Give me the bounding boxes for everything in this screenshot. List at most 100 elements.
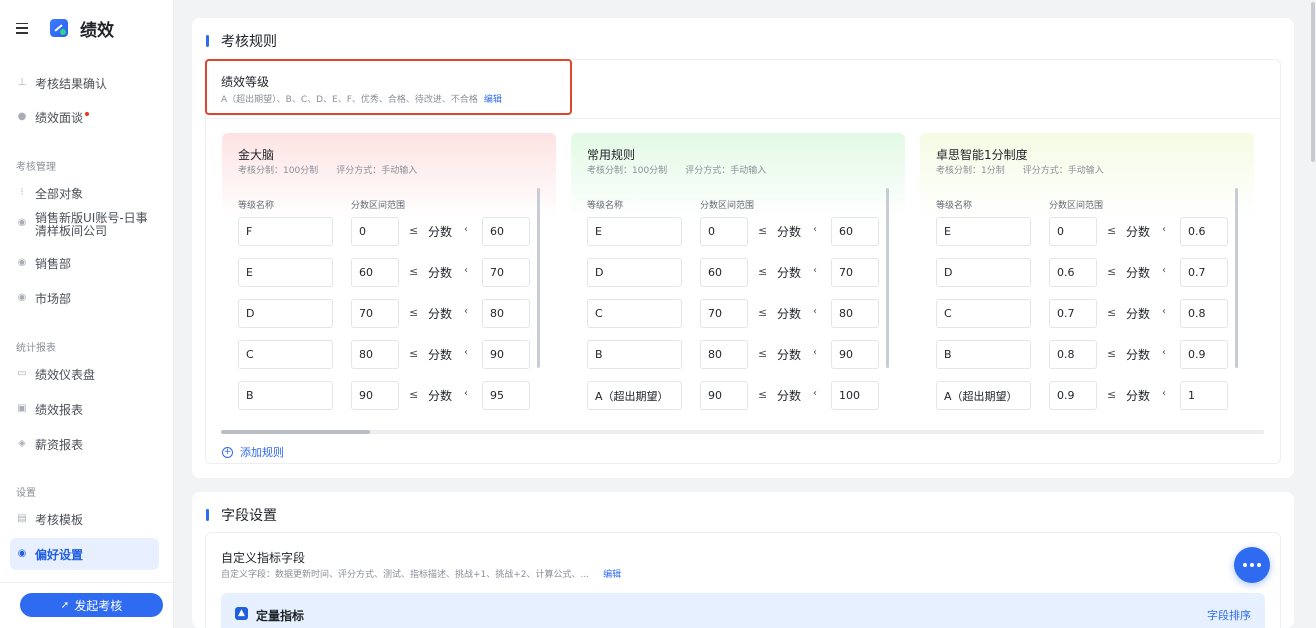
page-scrollbar[interactable]: [1311, 2, 1315, 162]
shield-icon: ◉: [17, 257, 27, 268]
grade-name-input[interactable]: A（超出期望）: [936, 381, 1031, 410]
score-max-input[interactable]: 90: [831, 340, 879, 369]
custom-fields-edit-link[interactable]: 编辑: [603, 570, 621, 580]
score-max-input[interactable]: 80: [831, 299, 879, 328]
score-max-input[interactable]: 70: [482, 258, 530, 287]
score-max-input[interactable]: 0.8: [1180, 299, 1228, 328]
sidebar-item[interactable]: ◈ 薪资报表: [0, 428, 174, 460]
grade-name-input[interactable]: C: [238, 340, 333, 369]
sidebar-item-label: 考核结果确认: [35, 76, 108, 91]
score-min-input[interactable]: 0.7: [1049, 299, 1097, 328]
wallet-icon: ◈: [18, 438, 26, 449]
sidebar-item[interactable]: ▭ 绩效仪表盘: [0, 358, 174, 390]
grade-name-input[interactable]: F: [238, 217, 333, 246]
score-max-input[interactable]: 90: [482, 340, 530, 369]
sidebar-item[interactable]: ◉ 偏好设置: [10, 538, 159, 570]
le-symbol: ≤: [1107, 224, 1117, 237]
grade-name-input[interactable]: C: [587, 299, 682, 328]
grade-row: E 0 ≤ 分数 ‹ 0.6: [936, 217, 1228, 246]
score-label: 分数: [1126, 266, 1151, 280]
le-symbol: ≤: [409, 224, 419, 237]
grade-name-input[interactable]: D: [587, 258, 682, 287]
score-min-input[interactable]: 80: [351, 340, 399, 369]
score-min-input[interactable]: 60: [700, 258, 748, 287]
rule-card-scale: 考核分制：1分制: [936, 166, 1005, 176]
sidebar-item[interactable]: ● 绩效面谈: [0, 101, 174, 133]
monitor-icon: ▭: [17, 368, 27, 379]
horizontal-scrollbar-thumb[interactable]: [221, 430, 370, 434]
rule-card-scrollbar[interactable]: [537, 188, 540, 368]
sidebar-item[interactable]: ▣ 绩效报表: [0, 393, 174, 425]
stamp-icon: ⊥: [17, 77, 27, 88]
score-max-input[interactable]: 1: [1180, 381, 1228, 410]
score-max-input[interactable]: 60: [482, 217, 530, 246]
score-label: 分数: [428, 348, 453, 362]
launch-review-button[interactable]: ➚ 发起考核: [20, 593, 163, 617]
score-min-input[interactable]: 0: [351, 217, 399, 246]
le-symbol: ≤: [758, 388, 768, 401]
score-label: 分数: [777, 307, 802, 321]
score-max-input[interactable]: 60: [831, 217, 879, 246]
score-min-input[interactable]: 0.8: [1049, 340, 1097, 369]
sidebar-item[interactable]: ⁝ 全部对象: [0, 177, 174, 209]
score-min-input[interactable]: 70: [351, 299, 399, 328]
score-label: 分数: [1126, 307, 1151, 321]
sidebar-section-title: 统计报表: [16, 343, 56, 354]
sidebar: 绩效 ⊥ 考核结果确认 ● 绩效面谈 考核管理 ⁝ 全部对象 ◉ 销售新版UI账号-日事清样板间…: [0, 0, 174, 628]
more-actions-button[interactable]: [1234, 547, 1270, 583]
dot: [1250, 563, 1254, 567]
score-max-input[interactable]: 0.9: [1180, 340, 1228, 369]
rule-card-scrollbar[interactable]: [886, 188, 889, 368]
rules-divider: [206, 118, 1280, 119]
grade-row: C 80 ≤ 分数 ‹ 90: [238, 340, 530, 369]
score-min-input[interactable]: 70: [700, 299, 748, 328]
sidebar-item-label: 偏好设置: [35, 547, 84, 562]
sidebar-item[interactable]: ◉ 市场部: [0, 282, 174, 314]
grade-name-input[interactable]: D: [238, 299, 333, 328]
grade-name-input[interactable]: B: [587, 340, 682, 369]
lt-symbol: ‹: [464, 388, 468, 399]
score-min-input[interactable]: 0: [1049, 217, 1097, 246]
score-max-input[interactable]: 95: [482, 381, 530, 410]
score-label: 分数: [777, 389, 802, 403]
grade-name-input[interactable]: B: [936, 340, 1031, 369]
score-min-input[interactable]: 80: [700, 340, 748, 369]
score-max-input[interactable]: 100: [831, 381, 879, 410]
col-header-name: 等级名称: [587, 201, 624, 211]
score-min-input[interactable]: 0: [700, 217, 748, 246]
rule-card-scrollbar[interactable]: [1235, 188, 1238, 368]
sidebar-item[interactable]: ◉ 销售新版UI账号-日事清样板间公司: [0, 210, 174, 244]
performance-logo-icon: [50, 19, 68, 37]
score-max-input[interactable]: 0.7: [1180, 258, 1228, 287]
rule-card[interactable]: 金大脑 考核分制：100分制 评分方式：手动输入 等级名称 分数区间范围 F 0 …: [222, 133, 556, 416]
score-min-input[interactable]: 90: [351, 381, 399, 410]
grade-name-input[interactable]: E: [936, 217, 1031, 246]
score-max-input[interactable]: 80: [482, 299, 530, 328]
grade-name-input[interactable]: D: [936, 258, 1031, 287]
sidebar-item[interactable]: ▤ 考核模板: [0, 503, 174, 535]
score-min-input[interactable]: 0.6: [1049, 258, 1097, 287]
score-min-input[interactable]: 60: [351, 258, 399, 287]
sidebar-item[interactable]: ◉ 销售部: [0, 247, 174, 279]
grade-name-input[interactable]: E: [587, 217, 682, 246]
rule-card[interactable]: 常用规则 考核分制：100分制 评分方式：手动输入 等级名称 分数区间范围 E 0…: [571, 133, 905, 416]
score-min-input[interactable]: 0.9: [1049, 381, 1097, 410]
rule-card-method: 评分方式：手动输入: [336, 166, 418, 176]
add-rule-button[interactable]: + 添加规则: [222, 444, 284, 460]
score-max-input[interactable]: 0.6: [1180, 217, 1228, 246]
rule-card-name: 卓思智能1分制度: [936, 148, 1028, 162]
score-max-input[interactable]: 70: [831, 258, 879, 287]
le-symbol: ≤: [1107, 388, 1117, 401]
rule-card[interactable]: 卓思智能1分制度 考核分制：1分制 评分方式：手动输入 等级名称 分数区间范围 E…: [920, 133, 1254, 416]
grade-name-input[interactable]: E: [238, 258, 333, 287]
horizontal-scrollbar-track[interactable]: [221, 430, 1264, 434]
grade-name-input[interactable]: B: [238, 381, 333, 410]
score-min-input[interactable]: 90: [700, 381, 748, 410]
field-sort-link[interactable]: 字段排序: [1207, 607, 1251, 623]
grade-row: A（超出期望） 90 ≤ 分数 ‹ 100: [587, 381, 879, 410]
menu-icon[interactable]: [16, 22, 28, 34]
grade-edit-link[interactable]: 编辑: [484, 95, 502, 105]
grade-name-input[interactable]: C: [936, 299, 1031, 328]
grade-name-input[interactable]: A（超出期望）: [587, 381, 682, 410]
sidebar-item[interactable]: ⊥ 考核结果确认: [0, 67, 174, 99]
